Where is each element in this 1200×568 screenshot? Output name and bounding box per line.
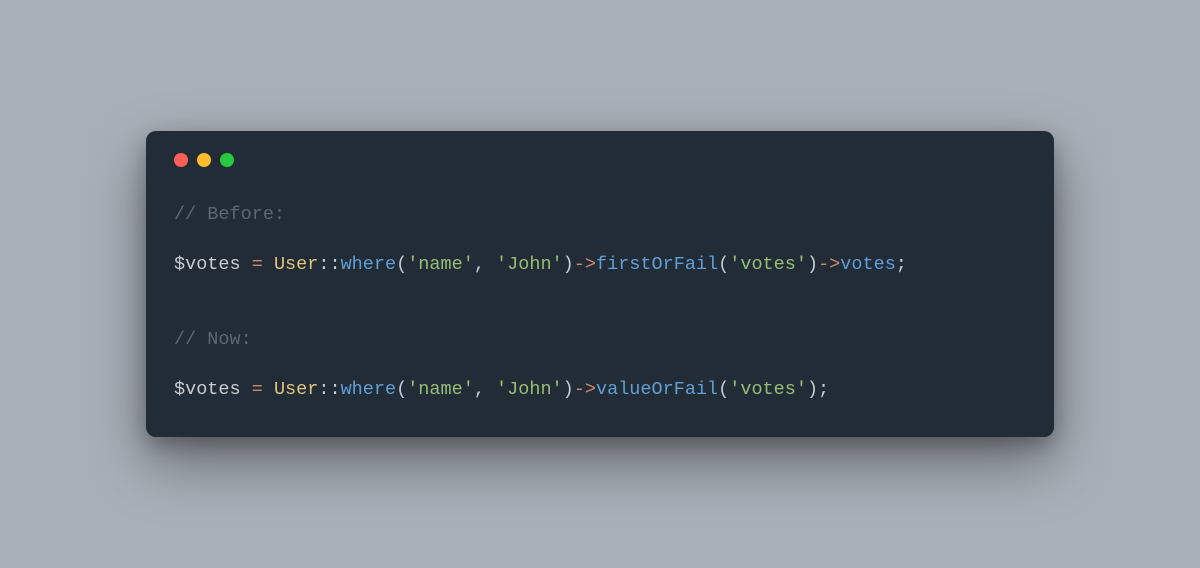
code-token: ; (896, 254, 907, 275)
code-window: // Before: $votes = User::where('name', … (146, 131, 1054, 437)
code-token: $votes (174, 254, 252, 275)
code-token: User (274, 379, 318, 400)
code-token: -> (818, 254, 840, 275)
code-token: 'John' (496, 254, 563, 275)
code-token: -> (574, 379, 596, 400)
code-token: votes (840, 254, 896, 275)
code-line: // Before: (174, 203, 1026, 228)
code-token: ( (718, 254, 729, 275)
code-token: ) (807, 254, 818, 275)
code-line (174, 353, 1026, 378)
code-token: -> (574, 254, 596, 275)
code-token: 'votes' (729, 254, 807, 275)
code-token: 'votes' (729, 379, 807, 400)
code-token: ); (807, 379, 829, 400)
code-token: where (341, 254, 397, 275)
code-line (174, 228, 1026, 253)
traffic-lights (174, 151, 1026, 167)
code-token: ( (396, 254, 407, 275)
code-token: User (274, 254, 318, 275)
code-token: , (474, 379, 496, 400)
code-token: where (341, 379, 397, 400)
code-token (263, 254, 274, 275)
close-icon[interactable] (174, 153, 188, 167)
code-token: ( (718, 379, 729, 400)
code-token: // Before: (174, 204, 285, 225)
code-token: 'John' (496, 379, 563, 400)
code-token: ) (563, 379, 574, 400)
code-line (174, 278, 1026, 303)
code-token: firstOrFail (596, 254, 718, 275)
code-line (174, 303, 1026, 328)
code-line: // Now: (174, 328, 1026, 353)
code-token: ) (563, 254, 574, 275)
code-token: :: (318, 379, 340, 400)
code-token: = (252, 254, 263, 275)
code-token: // Now: (174, 329, 252, 350)
code-token: valueOrFail (596, 379, 718, 400)
code-block: // Before: $votes = User::where('name', … (174, 203, 1026, 403)
code-token: 'name' (407, 379, 474, 400)
code-token: ( (396, 379, 407, 400)
minimize-icon[interactable] (197, 153, 211, 167)
code-token: :: (318, 254, 340, 275)
code-token: 'name' (407, 254, 474, 275)
zoom-icon[interactable] (220, 153, 234, 167)
code-line: $votes = User::where('name', 'John')->va… (174, 378, 1026, 403)
code-token: $votes (174, 379, 252, 400)
code-line: $votes = User::where('name', 'John')->fi… (174, 253, 1026, 278)
code-token (263, 379, 274, 400)
code-token: = (252, 379, 263, 400)
code-token: , (474, 254, 496, 275)
